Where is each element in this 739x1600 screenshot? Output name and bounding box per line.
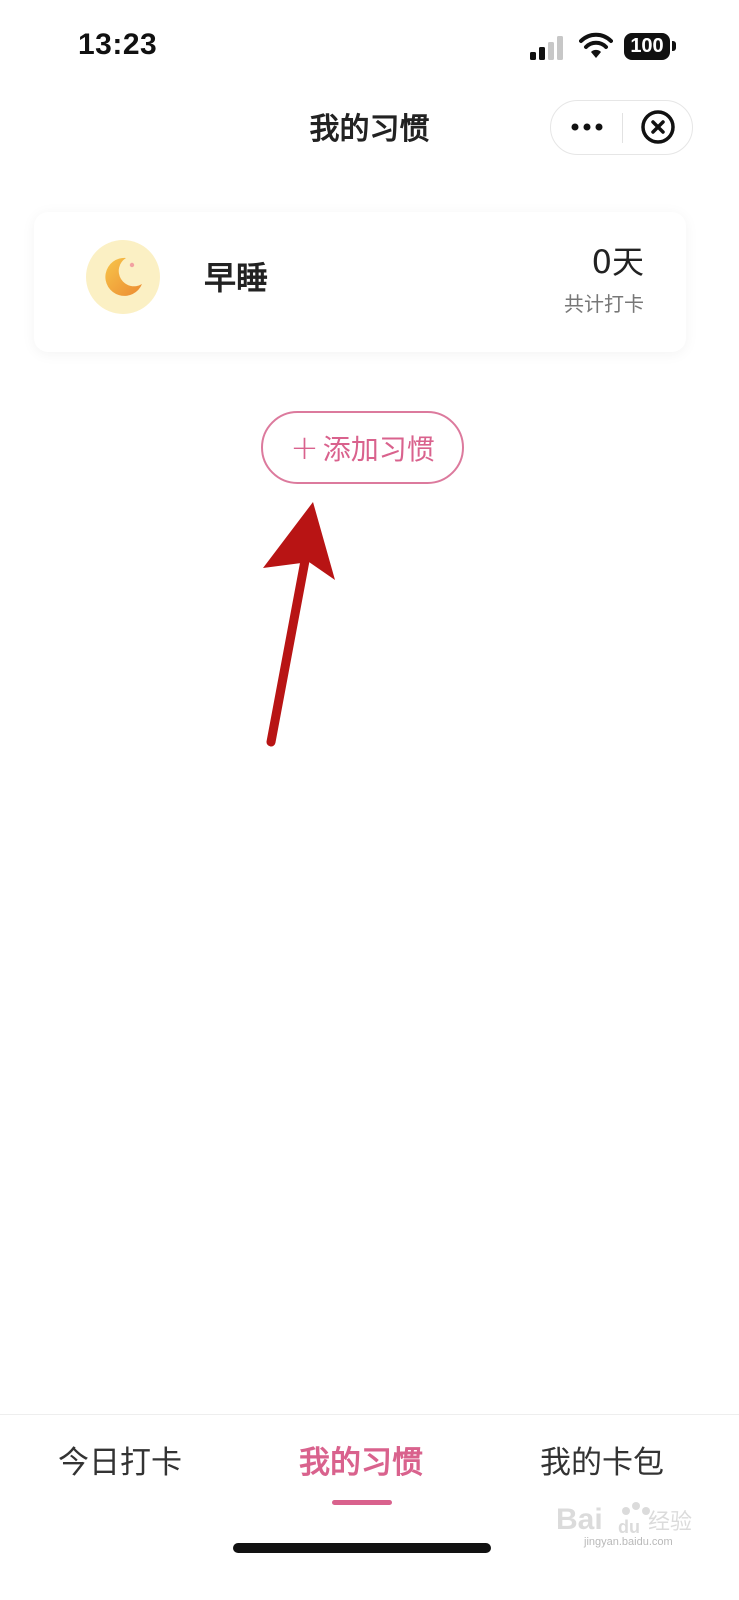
battery-tip [672, 41, 676, 51]
tab-today-checkin[interactable]: 今日打卡 [20, 1441, 220, 1485]
close-icon [641, 110, 675, 144]
moon-icon [105, 257, 142, 296]
habit-name: 早睡 [204, 259, 269, 297]
signal-icon [530, 36, 563, 60]
svg-text:du: du [618, 1517, 640, 1537]
app-screen: 13:23 100 我的习惯 早睡 0天 共计打卡 + 添加习惯 今日打卡 我的… [0, 0, 739, 1600]
habit-days-count: 0天 [591, 243, 644, 281]
tab-my-cards[interactable]: 我的卡包 [502, 1441, 702, 1485]
add-habit-button[interactable]: + 添加习惯 [261, 411, 464, 484]
svg-text:Bai: Bai [556, 1503, 603, 1536]
svg-text:经验: 经验 [648, 1510, 692, 1535]
battery-icon: 100 [624, 33, 670, 60]
add-habit-label: 添加习惯 [322, 432, 435, 466]
watermark-url: jingyan.baidu.com [584, 1536, 673, 1548]
miniprogram-capsule [550, 100, 693, 155]
habit-card[interactable]: 早睡 0天 共计打卡 [34, 212, 686, 352]
active-tab-indicator [332, 1500, 392, 1505]
home-indicator[interactable] [233, 1543, 491, 1553]
status-bar: 13:23 100 [0, 0, 739, 96]
arrow-up-icon [263, 502, 335, 747]
more-button[interactable] [551, 101, 622, 153]
baidu-watermark-logo: Bai du 经验 [556, 1502, 692, 1537]
wifi-icon [579, 32, 613, 58]
habit-days-label: 共计打卡 [564, 292, 644, 316]
habit-avatar [86, 240, 160, 314]
status-time: 13:23 [78, 28, 158, 61]
tab-my-habits[interactable]: 我的习惯 [261, 1441, 461, 1485]
plus-icon: + [290, 427, 319, 468]
more-icon [571, 123, 602, 131]
close-button[interactable] [623, 101, 693, 153]
